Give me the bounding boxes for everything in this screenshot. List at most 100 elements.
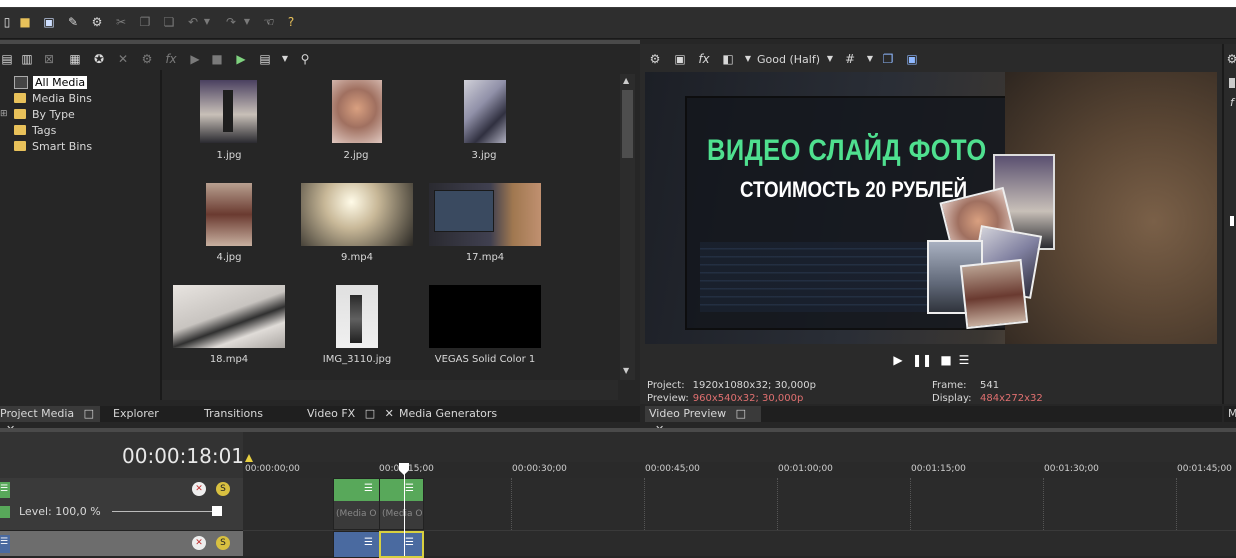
fx-icon[interactable]: fx (697, 52, 711, 66)
play-icon[interactable]: ▶ (188, 52, 202, 66)
quality-dropdown-icon[interactable]: ▼ (823, 52, 837, 66)
open-folder-icon[interactable]: ■ (18, 15, 32, 29)
capture-icon[interactable]: ▥ (20, 52, 34, 66)
new-file-icon[interactable]: ▯ (0, 15, 14, 29)
loop-marker-icon[interactable] (245, 454, 253, 462)
track-menu-icon[interactable]: ☰ (0, 484, 8, 494)
import-media-icon[interactable]: ▤ (0, 52, 14, 66)
redo-dropdown-icon[interactable]: ▼ (240, 15, 254, 29)
mute-icon[interactable]: ✕ (192, 482, 206, 496)
auto-preview-icon[interactable]: ▶ (234, 52, 248, 66)
save-snapshot-icon[interactable]: ▣ (905, 52, 919, 66)
views-dropdown-icon[interactable]: ▼ (278, 52, 292, 66)
undock-icon[interactable]: □ (736, 407, 746, 420)
solo-icon[interactable]: S (216, 536, 230, 550)
undock-icon[interactable]: □ (84, 407, 94, 420)
gear-icon[interactable]: ⚙ (648, 52, 662, 66)
media-fx-icon[interactable]: ✪ (92, 52, 106, 66)
help-icon[interactable]: ? (284, 15, 298, 29)
quality-select[interactable]: Good (Half) (757, 53, 820, 66)
stop-icon[interactable]: ■ (939, 353, 953, 367)
overlays-icon[interactable]: # (843, 52, 857, 66)
solo-icon[interactable]: S (216, 482, 230, 496)
expand-icon[interactable]: ⊞ (0, 109, 8, 119)
whats-this-icon[interactable]: ☜ (262, 15, 276, 29)
clip-menu-icon[interactable]: ☰ (364, 483, 373, 494)
scroll-up-icon[interactable]: ▲ (623, 76, 629, 85)
close-icon[interactable]: ✕ (385, 407, 394, 420)
delete-icon[interactable]: ✕ (116, 52, 130, 66)
remove-unused-icon[interactable]: ▦ (68, 52, 82, 66)
scrollbar-thumb[interactable] (622, 90, 633, 158)
tab-video-fx[interactable]: Video FX □ ✕ (303, 406, 395, 422)
play-icon[interactable]: ▶ (891, 353, 905, 367)
tab-project-media[interactable]: Project Media □ ✕ (0, 406, 100, 436)
split-dropdown-icon[interactable]: ▼ (741, 52, 755, 66)
panel-divider (0, 40, 640, 44)
gear-icon[interactable]: ⚙ (1225, 52, 1236, 66)
external-monitor-icon[interactable]: ▣ (673, 52, 687, 66)
clip-menu-icon[interactable]: ☰ (405, 483, 414, 494)
media-caption: 4.jpg (216, 252, 242, 263)
main-toolbar: ▯ ■ ▣ ✎ ⚙ ✂ ❐ ❏ ↶ ▼ ↷ ▼ ☜ ? (0, 8, 1236, 39)
marker-bar[interactable] (243, 432, 1236, 462)
fx-icon[interactable]: fx (164, 52, 178, 66)
menu-icon[interactable]: ☰ (957, 353, 971, 367)
tab-transitions[interactable]: Transitions (200, 406, 294, 422)
mute-icon[interactable]: ✕ (192, 536, 206, 550)
save-icon[interactable]: ▣ (42, 15, 56, 29)
ruler-tick: 00:00:00;00 (245, 464, 300, 474)
scroll-down-icon[interactable]: ▼ (623, 366, 629, 375)
undo-icon[interactable]: ↶ (186, 15, 200, 29)
second-track-lane[interactable]: ☰ ☰ (243, 531, 1236, 558)
video-clip[interactable]: ☰ (333, 531, 380, 558)
video-clip[interactable]: ☰ (Media O (333, 478, 380, 530)
tab-explorer[interactable]: Explorer (109, 406, 193, 422)
render-icon[interactable]: ✎ (66, 15, 80, 29)
remove-icon[interactable]: ⊠ (42, 52, 56, 66)
cut-icon[interactable]: ✂ (114, 15, 128, 29)
gear-icon[interactable]: ⚙ (90, 15, 104, 29)
video-clip[interactable]: ☰ (Media O (379, 478, 424, 530)
tree-item-smart-bins[interactable]: Smart Bins (14, 139, 92, 153)
redo-icon[interactable]: ↷ (224, 15, 238, 29)
clip-menu-icon[interactable]: ☰ (405, 537, 414, 548)
track-menu-icon[interactable]: ☰ (0, 537, 8, 547)
tree-item-label: All Media (33, 75, 88, 89)
copy-snapshot-icon[interactable]: ❐ (881, 52, 895, 66)
undo-dropdown-icon[interactable]: ▼ (200, 15, 214, 29)
display-label: Display: (932, 393, 972, 404)
copy-icon[interactable]: ❐ (138, 15, 152, 29)
pause-icon[interactable]: ❚❚ (912, 353, 932, 367)
grid-line (1043, 478, 1045, 530)
frame-value: 541 (980, 380, 1000, 391)
undock-icon[interactable]: □ (365, 407, 375, 420)
video-track-lane[interactable]: ☰ (Media O ☰ (Media O (243, 478, 1236, 531)
track-level-label: Level: 100,0 % (19, 505, 101, 518)
timeline-ruler[interactable]: 00:00:00;00 00:00:15;00 00:00:30;00 00:0… (243, 462, 1236, 479)
clip-menu-icon[interactable]: ☰ (364, 537, 373, 548)
tree-item-media-bins[interactable]: Media Bins (14, 91, 92, 105)
selected-video-clip[interactable]: ☰ (379, 531, 424, 558)
overlays-dropdown-icon[interactable]: ▼ (863, 52, 877, 66)
tab-video-preview[interactable]: Video Preview □ ✕ (645, 406, 761, 436)
properties-icon[interactable]: ⚙ (140, 52, 154, 66)
tab-right[interactable]: M (1224, 406, 1236, 422)
search-icon[interactable]: ⚲ (298, 52, 312, 66)
tab-media-generators[interactable]: Media Generators (395, 406, 509, 422)
paste-icon[interactable]: ❏ (162, 15, 176, 29)
level-slider-thumb[interactable] (212, 506, 222, 516)
level-slider-track[interactable] (112, 511, 212, 512)
tree-item-all-media[interactable]: All Media (14, 75, 88, 89)
tree-item-by-type[interactable]: By Type (14, 107, 75, 121)
ruler-tick: 00:01:45;00 (1177, 464, 1232, 474)
folder-icon (14, 125, 26, 135)
tree-item-tags[interactable]: Tags (14, 123, 56, 137)
split-screen-icon[interactable]: ◧ (721, 52, 735, 66)
media-scrollbar[interactable]: ▲ ▼ (620, 74, 635, 380)
collage-photo (959, 258, 1029, 330)
preview-label: Preview: (647, 393, 689, 404)
stop-icon[interactable]: ■ (210, 52, 224, 66)
tree-item-label: Tags (32, 123, 57, 137)
views-icon[interactable]: ▤ (258, 52, 272, 66)
